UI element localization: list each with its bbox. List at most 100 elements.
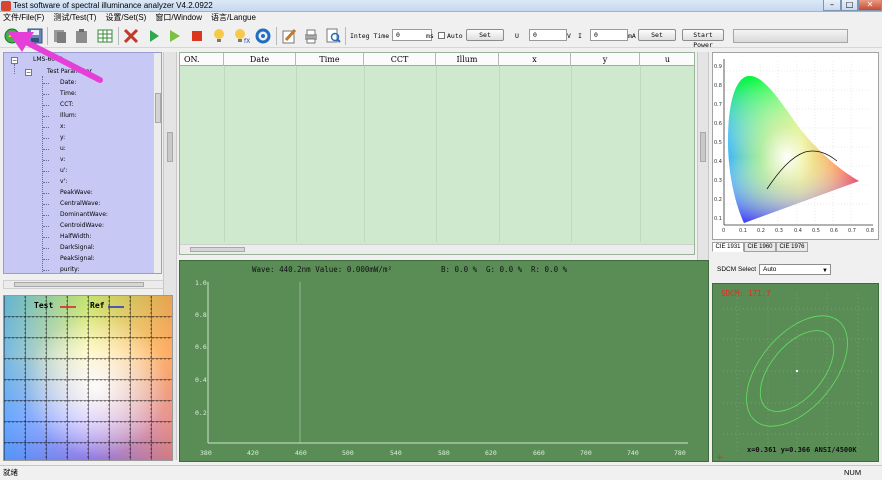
refresh-settings-icon[interactable] [254,27,272,45]
column-header-date[interactable]: Date [224,53,296,66]
svg-text:fX: fX [244,38,250,44]
tree-item[interactable]: CCT: [60,101,73,108]
menu-set[interactable]: 设置/Set(S) [105,12,146,24]
toolbar-separator [345,27,346,45]
minimize-button[interactable]: – [823,0,841,11]
x-tick-label: 380 [200,449,212,457]
run-icon[interactable] [145,27,163,45]
tab-cie-1931[interactable]: CIE 1931 [712,242,744,252]
maximize-button[interactable]: □ [841,0,858,11]
spectrum-plot: Wave: 440.2nm Value: 0.000mW/m² B: 0.0 %… [179,260,709,462]
column-header-time[interactable]: Time [296,53,364,66]
menu-window[interactable]: 窗口/Window [155,12,202,24]
tree-item[interactable]: DarkSignal: [60,244,95,251]
current-input[interactable]: 0 [590,29,628,41]
print-icon[interactable] [302,27,320,45]
cie-chromaticity-chart [723,59,873,226]
lamp-icon[interactable] [210,27,228,45]
x-tick-label: 780 [674,449,686,457]
app-icon [1,1,11,11]
cie-x-tick: 0.8 [866,228,874,234]
x-tick-label: 740 [627,449,639,457]
column-header-cct[interactable]: CCT [364,53,436,66]
sdcm-select-dropdown[interactable]: Auto ▼ [759,264,831,275]
window-title: Test software of spectral illuminance an… [13,1,213,10]
menu-language[interactable]: 语言/Langue [211,12,256,24]
legend-test: Test [34,301,54,310]
column-header-y[interactable]: y [571,53,640,66]
cie-y-tick: 0.8 [714,83,722,89]
results-table: ON. Date Time CCT Illum x y u [179,52,695,255]
cie-y-tick: 0.2 [714,197,722,203]
x-tick-label: 460 [295,449,307,457]
close-button[interactable]: ✕ [858,0,882,11]
chevron-down-icon[interactable]: ▼ [822,267,828,276]
tree-item[interactable]: HalfWidth: [60,233,91,240]
lamp-calibrate-icon[interactable]: fX [233,27,251,45]
tree-item[interactable]: CentralWave: [60,200,100,207]
y-tick-label: 0.2 [195,409,207,417]
tab-cie-1976[interactable]: CIE 1976 [776,242,808,252]
scrollbar-thumb[interactable] [14,282,144,287]
tree-item[interactable]: x: [60,123,66,130]
tree-item[interactable]: purity: [60,266,79,273]
integ-time-unit: ms [426,32,434,40]
toolbar-separator [118,27,119,45]
cie-y-tick: 0.4 [714,159,722,165]
tab-cie-1960[interactable]: CIE 1960 [744,242,776,252]
continuous-run-icon[interactable] [166,27,184,45]
tree-item[interactable]: u': [60,167,67,174]
tree-item[interactable]: PeakSignal: [60,255,95,262]
y-tick-label: 0.8 [195,311,207,319]
tree-item[interactable]: v: [60,156,65,163]
scrollbar-thumb[interactable] [155,93,161,123]
x-tick-label: 620 [485,449,497,457]
sdcm-chart: + [716,294,873,461]
legend-ref: Ref [90,301,105,310]
tree-item[interactable]: PeakWave: [60,189,93,196]
set-power-button[interactable]: Set [638,29,676,41]
tree-horizontal-scrollbar[interactable] [3,280,173,289]
scrollbar-thumb[interactable] [190,247,245,252]
spectrum-axes [207,282,688,444]
cie-x-tick: 0.7 [848,228,856,234]
tree-item[interactable]: DominantWave: [60,211,108,218]
column-header-on[interactable]: ON. [180,53,224,66]
delete-icon[interactable] [122,27,140,45]
set-integ-button[interactable]: Set [466,29,504,41]
x-tick-label: 420 [247,449,259,457]
tree-vertical-scrollbar[interactable] [153,53,161,273]
start-power-button[interactable]: Start Power [682,29,724,49]
auto-checkbox[interactable] [438,32,445,39]
voltage-label: U [515,32,519,40]
column-header-illum[interactable]: Illum [436,53,499,66]
column-header-x[interactable]: x [499,53,571,66]
tree-item[interactable]: CentroidWave: [60,222,104,229]
sdcm-select-value: Auto [763,266,777,273]
cie-y-tick: 0.7 [714,102,722,108]
sdcm-ellipse-plot: + SDCM: 171.7 x=0.361 y=0.366 ANSI/4500K [712,283,879,462]
stop-icon[interactable] [188,27,206,45]
cie-x-tick: 0.4 [794,228,802,234]
cie-y-tick: 0.5 [714,140,722,146]
edit-icon[interactable] [280,27,298,45]
cie-y-tick: 0.3 [714,178,722,184]
column-header-u[interactable]: u [640,53,694,66]
tree-item[interactable]: Illum: [60,112,77,119]
preview-icon[interactable] [324,27,342,45]
y-tick-label: 0.6 [195,343,207,351]
sdcm-coordinates: x=0.361 y=0.366 ANSI/4500K [747,446,857,454]
status-num-lock: NUM [844,468,862,477]
current-label: I [578,32,582,40]
tree-item[interactable]: v': [60,178,67,185]
table-horizontal-scrollbar[interactable] [180,244,694,254]
tree-item[interactable]: u: [60,145,66,152]
table-header: ON. Date Time CCT Illum x y u [180,53,694,66]
voltage-input[interactable]: 0 [529,29,567,41]
tree-item[interactable]: y: [60,134,65,141]
status-ready: 就绪 [3,468,18,477]
cie-y-tick: 0.6 [714,121,722,127]
color-tolerance-plot: Test Ref [3,295,173,461]
x-tick-label: 700 [580,449,592,457]
cie-x-tick: 0.2 [757,228,765,234]
